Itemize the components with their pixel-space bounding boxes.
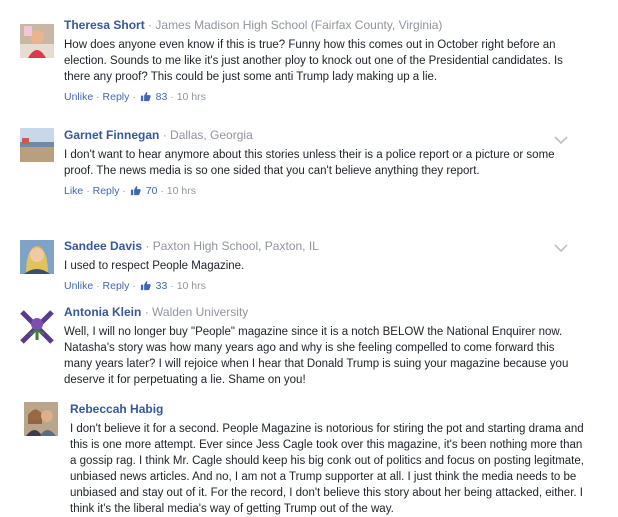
like-count[interactable]: 33 [156, 280, 168, 292]
commenter-name[interactable]: Theresa Short [64, 18, 145, 32]
commenter-affiliation[interactable]: Dallas, Georgia [170, 128, 253, 142]
commenter-name[interactable]: Antonia Klein [64, 305, 141, 319]
comment-text: I used to respect People Magazine. [64, 260, 245, 272]
profile-photo-icon [20, 240, 54, 274]
comment-text: Well, I will no longer buy "People" maga… [64, 326, 569, 386]
commenter-name[interactable]: Rebeccah Habig [70, 402, 163, 416]
comment-actions: Like · Reply · 70 · 10 hrs [64, 185, 196, 199]
timestamp[interactable]: 10 hrs [177, 91, 206, 103]
reply-link[interactable]: Reply [93, 185, 120, 197]
unlike-link[interactable]: Unlike [64, 91, 93, 103]
thumbs-up-icon[interactable] [140, 280, 151, 294]
couple-photo-icon [24, 402, 58, 436]
avatar[interactable] [20, 240, 54, 274]
unlike-link[interactable]: Unlike [64, 280, 93, 292]
avatar[interactable] [20, 24, 54, 58]
thumbs-up-icon[interactable] [130, 185, 141, 199]
profile-photo-icon [20, 24, 54, 58]
commenter-affiliation[interactable]: Walden University [152, 305, 248, 319]
comment-text: How does anyone even know if this is tru… [64, 39, 563, 83]
reply-link[interactable]: Reply [103, 280, 130, 292]
landscape-photo-icon [20, 128, 54, 162]
commenter-name[interactable]: Garnet Finnegan [64, 128, 159, 142]
reply-link[interactable]: Reply [103, 91, 130, 103]
thistle-emblem-icon [20, 310, 54, 344]
like-link[interactable]: Like [64, 185, 83, 197]
avatar[interactable] [20, 310, 54, 344]
avatar[interactable] [20, 128, 54, 162]
timestamp[interactable]: 10 hrs [167, 185, 196, 197]
thumbs-up-icon[interactable] [140, 91, 151, 105]
like-count[interactable]: 83 [156, 91, 168, 103]
timestamp[interactable]: 10 hrs [177, 280, 206, 292]
commenter-affiliation[interactable]: James Madison High School (Fairfax Count… [155, 18, 442, 32]
avatar[interactable] [24, 402, 58, 436]
like-count[interactable]: 70 [146, 185, 158, 197]
comment-text: I don't want to hear anymore about this … [64, 149, 555, 177]
comment-text: I don't believe it for a second. People … [70, 423, 584, 515]
commenter-affiliation[interactable]: Paxton High School, Paxton, IL [153, 239, 319, 253]
comment-actions: Unlike · Reply · 83 · 10 hrs [64, 91, 206, 105]
comment-actions: Unlike · Reply · 33 · 10 hrs [64, 280, 206, 294]
commenter-name[interactable]: Sandee Davis [64, 239, 142, 253]
